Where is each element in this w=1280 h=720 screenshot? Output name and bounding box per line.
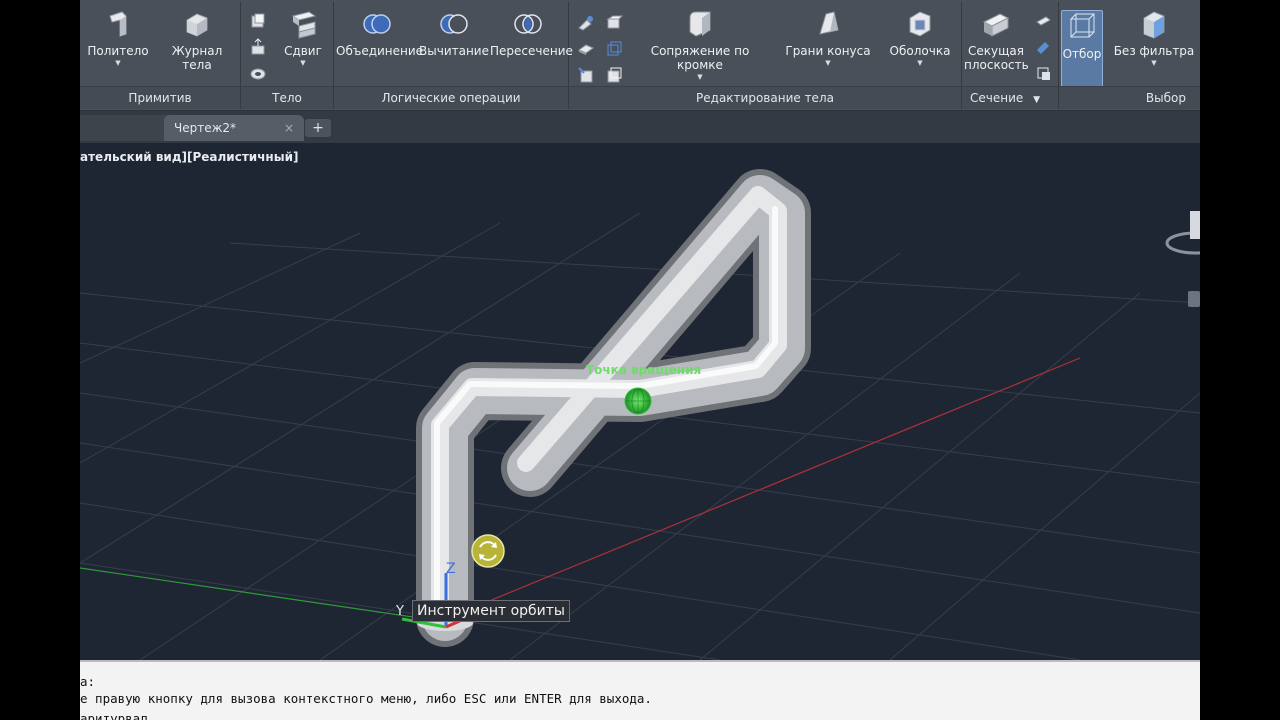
ribbon-group-solid: Сдвиг ▼ Тело <box>241 2 334 109</box>
tab-current-drawing[interactable]: Чертеж2* × <box>164 115 304 141</box>
intersect-button[interactable]: Пересечение <box>490 8 573 58</box>
taper-faces-button[interactable]: Грани конуса ▼ <box>775 8 881 67</box>
union-icon <box>363 14 391 34</box>
section-plane-button[interactable]: Секущая плоскость <box>964 8 1029 72</box>
no-filter-dropdown-icon[interactable]: ▼ <box>1109 59 1199 67</box>
culling-icon <box>1070 13 1095 38</box>
viewcube-icon[interactable] <box>1165 211 1200 307</box>
solid-history-icon <box>186 13 208 37</box>
culling-label: Отбор <box>1062 47 1102 61</box>
ucs-z-label: Z <box>446 561 456 577</box>
fillet-edge-dropdown-icon[interactable]: ▼ <box>635 73 765 81</box>
section-plane-icon <box>982 13 1010 37</box>
section-settings-icon[interactable] <box>1034 64 1052 82</box>
command-line[interactable]: а: е правую кнопку для вызова контекстно… <box>80 660 1200 720</box>
union-button[interactable]: Объединение <box>336 8 423 58</box>
ucs-y-label: Y <box>395 604 404 619</box>
culling-button[interactable]: Отбор <box>1061 10 1103 88</box>
shell-dropdown-icon[interactable]: ▼ <box>881 59 959 67</box>
command-history-line-2: е правую кнопку для вызова контекстного … <box>80 691 652 706</box>
union-label: Объединение <box>336 44 424 58</box>
section-expand-icon[interactable]: ▼ <box>1033 95 1040 105</box>
y-axis-line <box>80 567 441 622</box>
subtract-button[interactable]: Вычитание <box>418 8 490 58</box>
fillet-edge-button[interactable]: Сопряжение по кромке ▼ <box>635 8 765 81</box>
polysolid-dropdown-icon[interactable]: ▼ <box>86 59 150 67</box>
sweep-icon <box>291 11 317 39</box>
ribbon-group-section: Секущая плоскость Сечение ▼ ↘ <box>962 2 1059 129</box>
ribbon-group-label-section[interactable]: Сечение ▼ ↘ <box>962 86 1058 129</box>
polysolid-button[interactable]: Политело ▼ <box>86 8 150 67</box>
extract-edges-icon[interactable] <box>605 40 623 58</box>
section-plane-label-2: плоскость <box>964 58 1029 72</box>
autocad-window: Политело ▼ Журнал тела Примитив Сдвиг ▼ … <box>80 0 1200 720</box>
intersect-icon <box>514 14 542 34</box>
file-tab-bar: Чертеж2* × + <box>80 111 1200 143</box>
shell-label: Оболочка <box>889 44 951 58</box>
fillet-edge-label: Сопряжение по кромке <box>650 44 750 72</box>
fillet-edge-icon <box>689 11 711 37</box>
viewport-view-controls[interactable]: ательский вид][Реалистичный] <box>80 150 298 164</box>
taper-faces-label: Грани конуса <box>785 44 871 58</box>
section-plane-label-1: Секущая <box>968 44 1024 58</box>
orbit-tool-tooltip: Инструмент орбиты <box>412 600 570 622</box>
taper-faces-icon <box>819 11 839 35</box>
interfere-icon[interactable] <box>577 14 595 32</box>
ribbon-group-primitives: Политело ▼ Журнал тела Примитив <box>80 2 241 109</box>
command-input-line[interactable]: аритурвал <box>80 711 148 720</box>
ribbon-group-label-boolean: Логические операции <box>334 86 568 109</box>
ribbon-group-label-primitives: Примитив <box>80 86 240 109</box>
offset-edge-icon[interactable] <box>605 66 623 84</box>
drawing-viewport[interactable]: Z Y ательский вид][Реалистичный] Точка в… <box>80 143 1200 660</box>
scene-canvas: Z Y <box>80 169 1200 660</box>
section-group-title: Сечение <box>970 91 1024 105</box>
solid-history-label: Журнал тела <box>171 44 223 72</box>
pivot-point-label: Точка вращения <box>586 363 702 377</box>
subtract-label: Вычитание <box>419 44 489 58</box>
ribbon-group-label-solid: Тело <box>241 86 333 109</box>
generate-section-icon[interactable] <box>1034 38 1052 56</box>
ribbon-group-boolean: Объединение Вычитание Пересечение Логиче… <box>334 2 573 109</box>
tab-current-label: Чертеж2* <box>174 121 237 135</box>
shell-icon <box>909 11 931 37</box>
imprint-icon[interactable] <box>577 66 595 84</box>
sweep-label: Сдвиг <box>284 44 322 58</box>
no-filter-icon <box>1143 11 1165 39</box>
new-tab-icon[interactable]: + <box>305 119 331 137</box>
no-filter-button[interactable]: Без фильтра ▼ <box>1109 8 1199 67</box>
subtract-icon <box>440 14 468 34</box>
command-history-line-1: а: <box>80 674 96 689</box>
ribbon-group-label-selection: Выбор <box>1059 86 1200 109</box>
tab-close-icon[interactable]: × <box>284 115 294 141</box>
sweep-dropdown-icon[interactable]: ▼ <box>277 59 329 67</box>
live-section-icon[interactable] <box>1034 12 1052 30</box>
ribbon-group-selection: Отбор Без фильтра ▼ Выбор <box>1059 2 1200 109</box>
ribbon-group-label-solid-editing: Редактирование тела <box>569 86 961 109</box>
taper-faces-dropdown-icon[interactable]: ▼ <box>775 59 881 67</box>
presspull-icon[interactable] <box>249 38 267 56</box>
revolve-icon[interactable] <box>249 64 267 82</box>
polysolid-icon <box>109 11 127 37</box>
ribbon-group-solid-editing: Сопряжение по кромке ▼ Грани конуса ▼ Об… <box>569 2 962 109</box>
sweep-button[interactable]: Сдвиг ▼ <box>277 8 329 67</box>
shell-button[interactable]: Оболочка ▼ <box>881 8 959 67</box>
polysolid-label: Политело <box>87 44 149 58</box>
solid-history-button[interactable]: Журнал тела <box>156 8 238 72</box>
extrude-icon[interactable] <box>249 12 267 30</box>
thicken-icon[interactable] <box>577 40 595 58</box>
intersect-label: Пересечение <box>490 44 573 58</box>
orbit-cursor-icon <box>471 534 505 568</box>
no-filter-label: Без фильтра <box>1113 44 1195 58</box>
ribbon: Политело ▼ Журнал тела Примитив Сдвиг ▼ … <box>80 0 1200 129</box>
slice-icon[interactable] <box>605 14 623 32</box>
